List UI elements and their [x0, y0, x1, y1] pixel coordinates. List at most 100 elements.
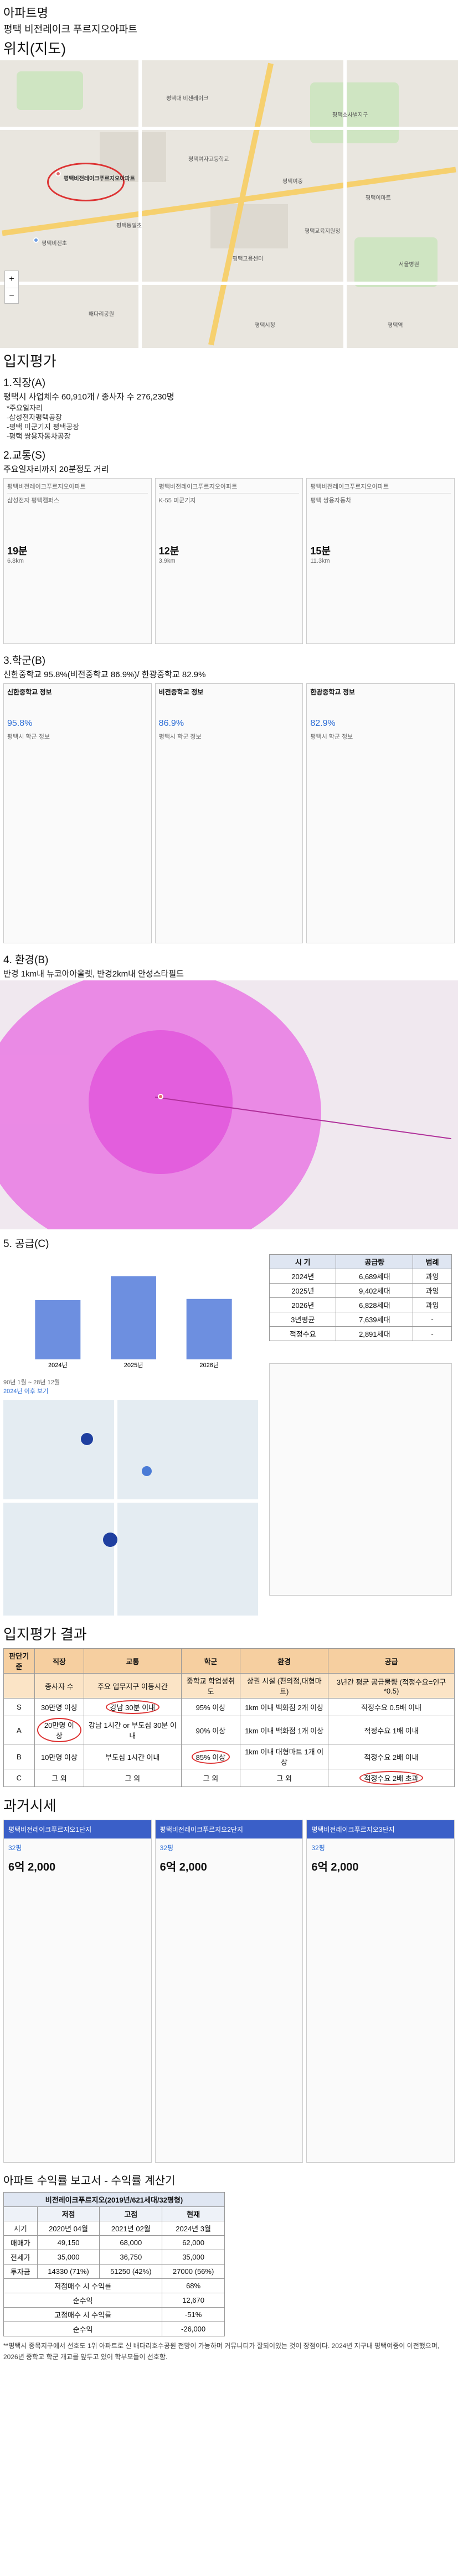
- result-th: 교통: [84, 1648, 182, 1674]
- table-row: 2025년 9,402세대 과잉: [269, 1283, 452, 1298]
- radius-1km: [89, 1030, 233, 1174]
- school-panel-1[interactable]: 신한중학교 정보 95.8% 평택시 학군 정보: [3, 683, 152, 943]
- table-row: 매매가 49,150 68,000 62,000: [3, 2235, 225, 2250]
- table-row: 3년평균 7,639세대 -: [269, 1312, 452, 1327]
- route-time: 19분: [7, 546, 28, 557]
- poi-label: 평택이마트: [366, 195, 391, 201]
- school-rate: 82.9%: [310, 719, 336, 728]
- supply-map[interactable]: [3, 1400, 258, 1616]
- supply-axis: 90년 1월 ~ 28년 12월: [3, 1379, 60, 1386]
- price-card-3[interactable]: 평택비전레이크푸르지오3단지 32평 6억 2,000: [306, 1820, 455, 2163]
- route-panel-3[interactable]: 평택비전레이크푸르지오아파트 평택 쌍용자동차 15분 11.3km: [306, 478, 455, 644]
- poi-label: 평택여자고등학교: [188, 157, 229, 163]
- supply-tick: 2025년: [124, 1362, 143, 1369]
- poi-label: 서울병원: [399, 262, 419, 268]
- price-card-name: 평택비전레이크푸르지오1단지: [4, 1820, 151, 1838]
- table-row: 2026년 6,828세대 과잉: [269, 1297, 452, 1312]
- job-bullet: -평택 미군기지 평택공장: [7, 423, 80, 431]
- route-panels: 평택비전레이크푸르지오아파트 삼성전자 평택캠퍼스 19분 6.8km 평택비전…: [0, 476, 458, 646]
- evaluation-title: 입지평가: [3, 353, 56, 370]
- result-th: 공급: [328, 1648, 455, 1674]
- route-destination: K-55 미군기지: [158, 497, 196, 504]
- price-card-1[interactable]: 평택비전레이크푸르지오1단지 32평 6억 2,000: [3, 1820, 152, 2163]
- poi-label: 평택시청: [255, 323, 275, 329]
- supply-th: 공급량: [336, 1254, 414, 1269]
- supply-chart: 2024년 2025년 2026년: [35, 1276, 232, 1369]
- price-card-name: 평택비전레이크푸르지오3단지: [307, 1820, 455, 1838]
- supply-list[interactable]: [269, 1363, 452, 1596]
- supply-bar: [111, 1276, 156, 1359]
- table-row: S 30만명 이상 강남 30분 이내 95% 이상 1km 이내 백화점 2개 이…: [3, 1698, 455, 1716]
- supply-table: 시 기 공급량 범례 2024년 6,689세대 과잉 2025년 9,402세대 과잉…: [269, 1254, 452, 1341]
- school-name: 한광중학교 정보: [310, 688, 355, 696]
- table-row: 순수익 12,670: [3, 2293, 225, 2308]
- price-card-name: 평택비전레이크푸르지오2단지: [155, 1820, 303, 1838]
- result-th: 판단기준: [3, 1648, 35, 1674]
- school-panel-2[interactable]: 비전중학교 정보 86.9% 평택시 학군 정보: [155, 683, 303, 943]
- poi-label: 평택대 비젠레이크: [166, 96, 209, 102]
- poi-label: 배다리공원: [89, 311, 114, 318]
- traffic-line: 주요일자리까지 20분정도 거리: [3, 465, 109, 474]
- result-th: 환경: [240, 1648, 329, 1674]
- route-panel-1[interactable]: 평택비전레이크푸르지오아파트 삼성전자 평택캠퍼스 19분 6.8km: [3, 478, 152, 644]
- report-sub: 비전레이크푸르지오(2019년/621세대/32평형): [3, 2192, 225, 2207]
- zoom-out-icon[interactable]: −: [5, 288, 18, 304]
- location-map[interactable]: 평택비전레이크푸르지오아파트 평택비전초 평택대 비젠레이크 평택여자고등학교 …: [0, 60, 458, 348]
- header-label: 아파트명: [3, 6, 48, 20]
- zoom-in-icon[interactable]: +: [5, 271, 18, 288]
- price-card-area[interactable]: 32평: [156, 1838, 303, 1857]
- school-line: 신한중학교 95.8%(비전중학교 86.9%)/ 한광중학교 82.9%: [3, 670, 206, 679]
- price-card-price: 6억 2,000: [8, 1861, 56, 1873]
- supply-bar: [186, 1299, 232, 1359]
- table-row: 전세가 35,000 36,750 35,000: [3, 2250, 225, 2265]
- traffic-title: 2.교통(S): [3, 450, 46, 461]
- price-card-price: 6억 2,000: [311, 1861, 359, 1873]
- apartment-pin[interactable]: [55, 171, 61, 176]
- supply-table-panel: 시 기 공급량 범례 2024년 6,689세대 과잉 2025년 9,402세대 과잉…: [269, 1254, 452, 1616]
- supply-title: 5. 공급(C): [3, 1238, 49, 1250]
- school-panel-sub: 평택시 학군 정보: [310, 734, 353, 740]
- table-row: 투자금 14330 (71%) 51250 (42%) 27000 (56%): [3, 2264, 225, 2279]
- supply-th: 시 기: [269, 1254, 337, 1269]
- report-footnote: **평택시 종목지구에서 선호도 1위 아파트로 신 배다리호수공원 전망이 가…: [3, 2342, 440, 2361]
- route-destination: 평택 쌍용자동차: [310, 497, 352, 504]
- table-row: B 10만명 이상 부도심 1시간 이내 85% 이상 1km 이내 대형마트 1개…: [3, 1744, 455, 1769]
- table-row: 저점매수 시 수익률 68%: [3, 2278, 225, 2293]
- job-title: 1.직장(A): [3, 377, 46, 389]
- price-card-2[interactable]: 평택비전레이크푸르지오2단지 32평 6억 2,000: [155, 1820, 303, 2163]
- env-title: 4. 환경(B): [3, 954, 49, 966]
- table-row: 고점매수 시 수익률 -51%: [3, 2307, 225, 2322]
- poi-label: 평택교육지원청: [305, 228, 341, 235]
- env-line: 반경 1km내 뉴코아아울렛, 반경2km내 안성스타필드: [3, 969, 184, 979]
- job-bullet: -평택 쌍용자동차공장: [7, 432, 71, 440]
- route-distance: 11.3km: [310, 558, 330, 564]
- price-cards: 평택비전레이크푸르지오1단지 32평 6억 2,000 평택비전레이크푸르지오2…: [0, 1817, 458, 2165]
- route-distance: 3.9km: [158, 558, 176, 564]
- price-card-area[interactable]: 32평: [4, 1838, 151, 1857]
- report-table: 비전레이크푸르지오(2019년/621세대/32평형) 저점 고점 현재 시기 20…: [3, 2192, 225, 2336]
- school-panels: 신한중학교 정보 95.8% 평택시 학군 정보 비전중학교 정보 86.9% …: [0, 681, 458, 946]
- route-distance: 6.8km: [7, 558, 24, 564]
- price-card-price: 6억 2,000: [159, 1861, 207, 1873]
- school-name: 신한중학교 정보: [7, 688, 52, 696]
- zoom-control[interactable]: + −: [4, 271, 19, 304]
- table-row: 2024년 6,689세대 과잉: [269, 1269, 452, 1284]
- poi-label: 평택역: [388, 323, 403, 329]
- env-map[interactable]: [0, 980, 458, 1229]
- price-card-area[interactable]: 32평: [307, 1838, 454, 1857]
- location-title: 위치(지도): [3, 40, 66, 57]
- table-row: 시기 2020년 04월 2021년 02월 2024년 3월: [3, 2221, 225, 2236]
- school-panel-3[interactable]: 한광중학교 정보 82.9% 평택시 학군 정보: [306, 683, 455, 943]
- poi-label: 평택비전초: [42, 241, 67, 247]
- route-panel-2[interactable]: 평택비전레이크푸르지오아파트 K-55 미군기지 12분 3.9km: [155, 478, 303, 644]
- table-row: 적정수요 2,891세대 -: [269, 1326, 452, 1341]
- poi-label: 평택고용센터: [233, 256, 264, 262]
- result-table: 판단기준 직장 교통 학군 환경 공급 종사자 수 주요 업무지구 이동시간 중…: [3, 1648, 455, 1787]
- poi-label: 평택소사벌지구: [332, 112, 368, 118]
- supply-chart-note[interactable]: 2024년 이후 보기: [3, 1386, 264, 1395]
- poi-label: 평택비전레이크푸르지오아파트: [64, 176, 135, 182]
- table-row: C그 외그 외 그 외그 외 적정수요 2배 초과: [3, 1769, 455, 1787]
- route-origin: 평택비전레이크푸르지오아파트: [158, 484, 238, 490]
- env-center-pin[interactable]: [158, 1094, 163, 1099]
- route-destination: 삼성전자 평택캠퍼스: [7, 497, 60, 504]
